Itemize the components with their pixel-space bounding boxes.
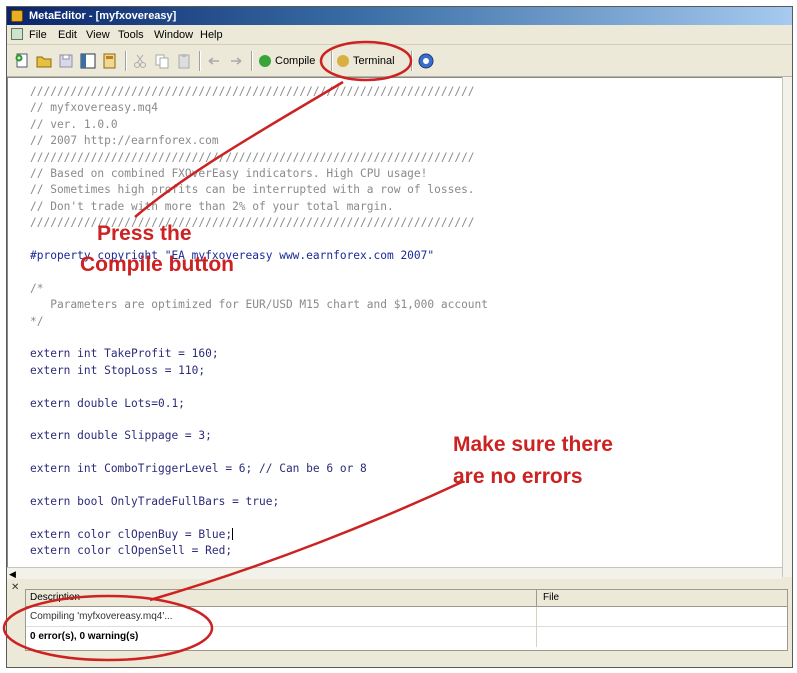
- window-title: MetaEditor - [myfxovereasy]: [29, 10, 177, 22]
- scissors-icon: [134, 54, 146, 68]
- menu-tools[interactable]: Tools: [118, 25, 144, 45]
- paste-button[interactable]: [175, 52, 193, 70]
- terminal-icon: [337, 55, 349, 67]
- code-line[interactable]: // Sometimes high profits can be interru…: [30, 183, 475, 197]
- paste-icon: [178, 54, 190, 69]
- document-icon[interactable]: [11, 28, 23, 40]
- code-line[interactable]: extern double Slippage = 3;: [30, 429, 212, 443]
- compile-button[interactable]: Compile: [259, 51, 327, 71]
- open-folder-button[interactable]: [35, 52, 53, 70]
- folder-icon: [36, 56, 52, 68]
- copy-icon: [155, 54, 169, 69]
- toolbar: Compile Terminal: [7, 45, 792, 77]
- menu-edit[interactable]: Edit: [58, 25, 77, 45]
- undo-button[interactable]: [205, 52, 223, 70]
- title-bar[interactable]: MetaEditor - [myfxovereasy]: [7, 7, 792, 25]
- scroll-left-icon[interactable]: ◀: [9, 569, 16, 579]
- close-icon[interactable]: ✕: [11, 583, 19, 593]
- save-icon: [59, 54, 73, 68]
- undo-icon: [208, 57, 219, 65]
- code-line[interactable]: extern int TakeProfit = 160;: [30, 347, 219, 361]
- window-icon: [80, 53, 96, 69]
- code-line[interactable]: extern color clOpenSell = Red;: [30, 544, 232, 558]
- code-line[interactable]: extern bool OnlyTradeFullBars = true;: [30, 495, 279, 509]
- toolbox-icon: [103, 53, 116, 69]
- terminal-button[interactable]: Terminal: [337, 51, 407, 71]
- column-description[interactable]: Description: [30, 590, 80, 606]
- compile-result-text: 0 error(s), 0 warning(s): [30, 631, 139, 642]
- menu-help[interactable]: Help: [200, 25, 223, 45]
- code-line[interactable]: // ver. 1.0.0: [30, 118, 118, 132]
- code-line[interactable]: */: [30, 315, 43, 329]
- menu-file[interactable]: File: [29, 25, 47, 45]
- compile-status-text: Compiling 'myfxovereasy.mq4'...: [30, 611, 173, 622]
- errors-list-header: Description File: [26, 590, 787, 607]
- code-line[interactable]: // myfxovereasy.mq4: [30, 101, 158, 115]
- vertical-scrollbar[interactable]: [782, 77, 792, 577]
- copy-button[interactable]: [153, 52, 171, 70]
- code-line[interactable]: // 2007 http://earnforex.com: [30, 134, 219, 148]
- errors-list: Description File Compiling 'myfxovereasy…: [25, 589, 788, 651]
- column-file[interactable]: File: [543, 590, 559, 606]
- metaeditor-window: MetaEditor - [myfxovereasy] File Edit Vi…: [6, 6, 793, 668]
- code-line[interactable]: extern color clOpenBuy = Blue;: [30, 527, 234, 542]
- new-file-button[interactable]: [13, 52, 31, 70]
- code-line[interactable]: extern int StopLoss = 110;: [30, 364, 205, 378]
- cut-button[interactable]: [131, 52, 149, 70]
- code-line[interactable]: // Don't trade with more than 2% of your…: [30, 200, 394, 214]
- save-button[interactable]: [57, 52, 75, 70]
- errors-instruction-line1: Make sure there: [453, 433, 613, 456]
- menu-window[interactable]: Window: [154, 25, 193, 45]
- horizontal-scrollbar[interactable]: ◀: [7, 567, 782, 579]
- code-line[interactable]: ////////////////////////////////////////…: [30, 151, 475, 165]
- redo-button[interactable]: [227, 52, 245, 70]
- menu-bar: File Edit View Tools Window Help: [7, 25, 792, 45]
- compile-instruction-line1: Press the: [97, 222, 192, 245]
- compile-instruction-line2: Compile button: [80, 253, 234, 276]
- new-file-icon: [15, 53, 28, 68]
- code-line[interactable]: extern double Lots=0.1;: [30, 397, 185, 411]
- code-editor[interactable]: ////////////////////////////////////////…: [7, 77, 782, 567]
- list-item[interactable]: Compiling 'myfxovereasy.mq4'...: [26, 607, 787, 627]
- list-item[interactable]: 0 error(s), 0 warning(s): [26, 627, 787, 647]
- menu-view[interactable]: View: [86, 25, 110, 45]
- help-globe-icon: [418, 53, 434, 69]
- toolbox-button[interactable]: [101, 52, 119, 70]
- compile-check-icon: [259, 55, 271, 67]
- text-cursor: [232, 527, 234, 540]
- navigator-button[interactable]: [79, 52, 97, 70]
- code-line[interactable]: // Based on combined FXOverEasy indicato…: [30, 167, 427, 181]
- code-line[interactable]: /*: [30, 282, 43, 296]
- metaeditor-app-icon: [11, 10, 23, 22]
- errors-instruction-line2: are no errors: [453, 465, 583, 488]
- redo-icon: [231, 57, 242, 65]
- code-line[interactable]: Parameters are optimized for EUR/USD M15…: [30, 298, 488, 312]
- code-line[interactable]: ////////////////////////////////////////…: [30, 85, 475, 99]
- help-button[interactable]: [417, 52, 435, 70]
- code-line[interactable]: extern int ComboTriggerLevel = 6; // Can…: [30, 462, 367, 476]
- toolbox-panel: ✕ Description File Compiling 'myfxoverea…: [7, 579, 792, 667]
